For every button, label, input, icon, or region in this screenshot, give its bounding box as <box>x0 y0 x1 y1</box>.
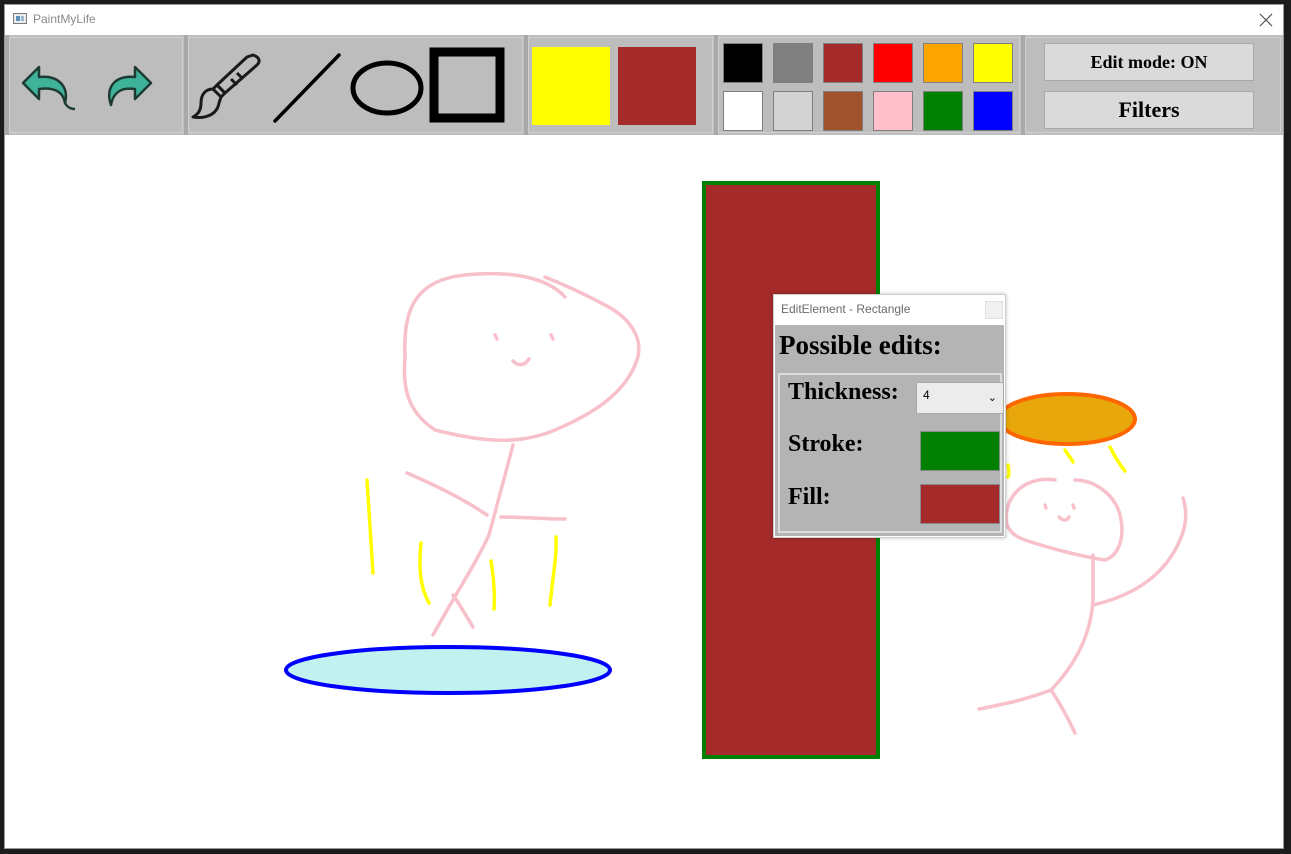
dialog-body: Possible edits: Thickness: 4 ⌄ Stroke: F… <box>775 325 1004 536</box>
palette-swatch[interactable] <box>723 91 763 131</box>
thickness-select[interactable]: 4 ⌄ <box>916 382 1004 414</box>
toolbar: Edit mode: ON Filters <box>5 35 1283 135</box>
palette-swatch[interactable] <box>823 43 863 83</box>
stroke-color-picker[interactable] <box>920 431 1000 471</box>
palette-swatch[interactable] <box>823 91 863 131</box>
title-bar: PaintMyLife <box>5 5 1283 35</box>
edit-mode-button[interactable]: Edit mode: ON <box>1044 43 1254 81</box>
redo-button[interactable] <box>97 59 157 115</box>
line-tool-button[interactable] <box>271 51 343 125</box>
rectangle-icon <box>429 47 505 123</box>
palette-swatch[interactable] <box>923 43 963 83</box>
palette-swatch[interactable] <box>973 91 1013 131</box>
possible-edits-heading: Possible edits: <box>779 330 942 360</box>
secondary-color-swatch[interactable] <box>618 47 696 125</box>
palette-swatch[interactable] <box>723 43 763 83</box>
palette-swatch[interactable] <box>873 91 913 131</box>
window-title: PaintMyLife <box>33 12 96 26</box>
ellipse-icon <box>350 60 424 116</box>
palette-swatch[interactable] <box>773 91 813 131</box>
stick-figure-right[interactable] <box>977 477 1188 735</box>
app-icon <box>13 13 27 24</box>
fill-color-picker[interactable] <box>920 484 1000 524</box>
brush-tool-button[interactable] <box>191 51 267 121</box>
blue-ellipse[interactable] <box>284 645 612 695</box>
app-window: PaintMyLife Edit mode: ON Filters EditEl… <box>4 4 1284 849</box>
drawing-canvas[interactable] <box>5 135 1283 848</box>
line-icon <box>273 53 341 123</box>
dialog-title: EditElement - Rectangle <box>781 302 911 316</box>
rectangle-tool-button[interactable] <box>429 47 505 123</box>
thickness-value: 4 <box>923 388 930 402</box>
undo-button[interactable] <box>19 59 79 115</box>
thickness-label: Thickness: <box>788 379 899 405</box>
fill-label: Fill: <box>788 484 831 510</box>
dialog-close-button[interactable] <box>985 301 1003 319</box>
ellipse-tool-button[interactable] <box>349 59 425 117</box>
undo-icon <box>21 65 76 111</box>
close-icon <box>1259 13 1273 27</box>
edit-mode-label: Edit mode: ON <box>1090 51 1208 72</box>
primary-color-swatch[interactable] <box>532 47 610 125</box>
canvas-drawing <box>284 181 1188 759</box>
palette-swatch[interactable] <box>973 43 1013 83</box>
edit-element-dialog: EditElement - Rectangle Possible edits: … <box>773 294 1006 538</box>
stick-figure-left[interactable] <box>402 271 641 637</box>
close-window-button[interactable] <box>1253 7 1279 33</box>
filters-button[interactable]: Filters <box>1044 91 1254 129</box>
palette-swatch[interactable] <box>873 43 913 83</box>
edit-options-panel: Thickness: 4 ⌄ Stroke: Fill: <box>778 373 1004 533</box>
filters-label: Filters <box>1118 97 1180 122</box>
redo-icon <box>108 65 153 107</box>
stroke-label: Stroke: <box>788 431 864 457</box>
palette-swatch[interactable] <box>773 43 813 83</box>
palette-swatch[interactable] <box>923 91 963 131</box>
brush-icon <box>191 53 261 119</box>
chevron-down-icon: ⌄ <box>987 392 997 404</box>
orange-halo-ellipse[interactable] <box>997 392 1137 446</box>
